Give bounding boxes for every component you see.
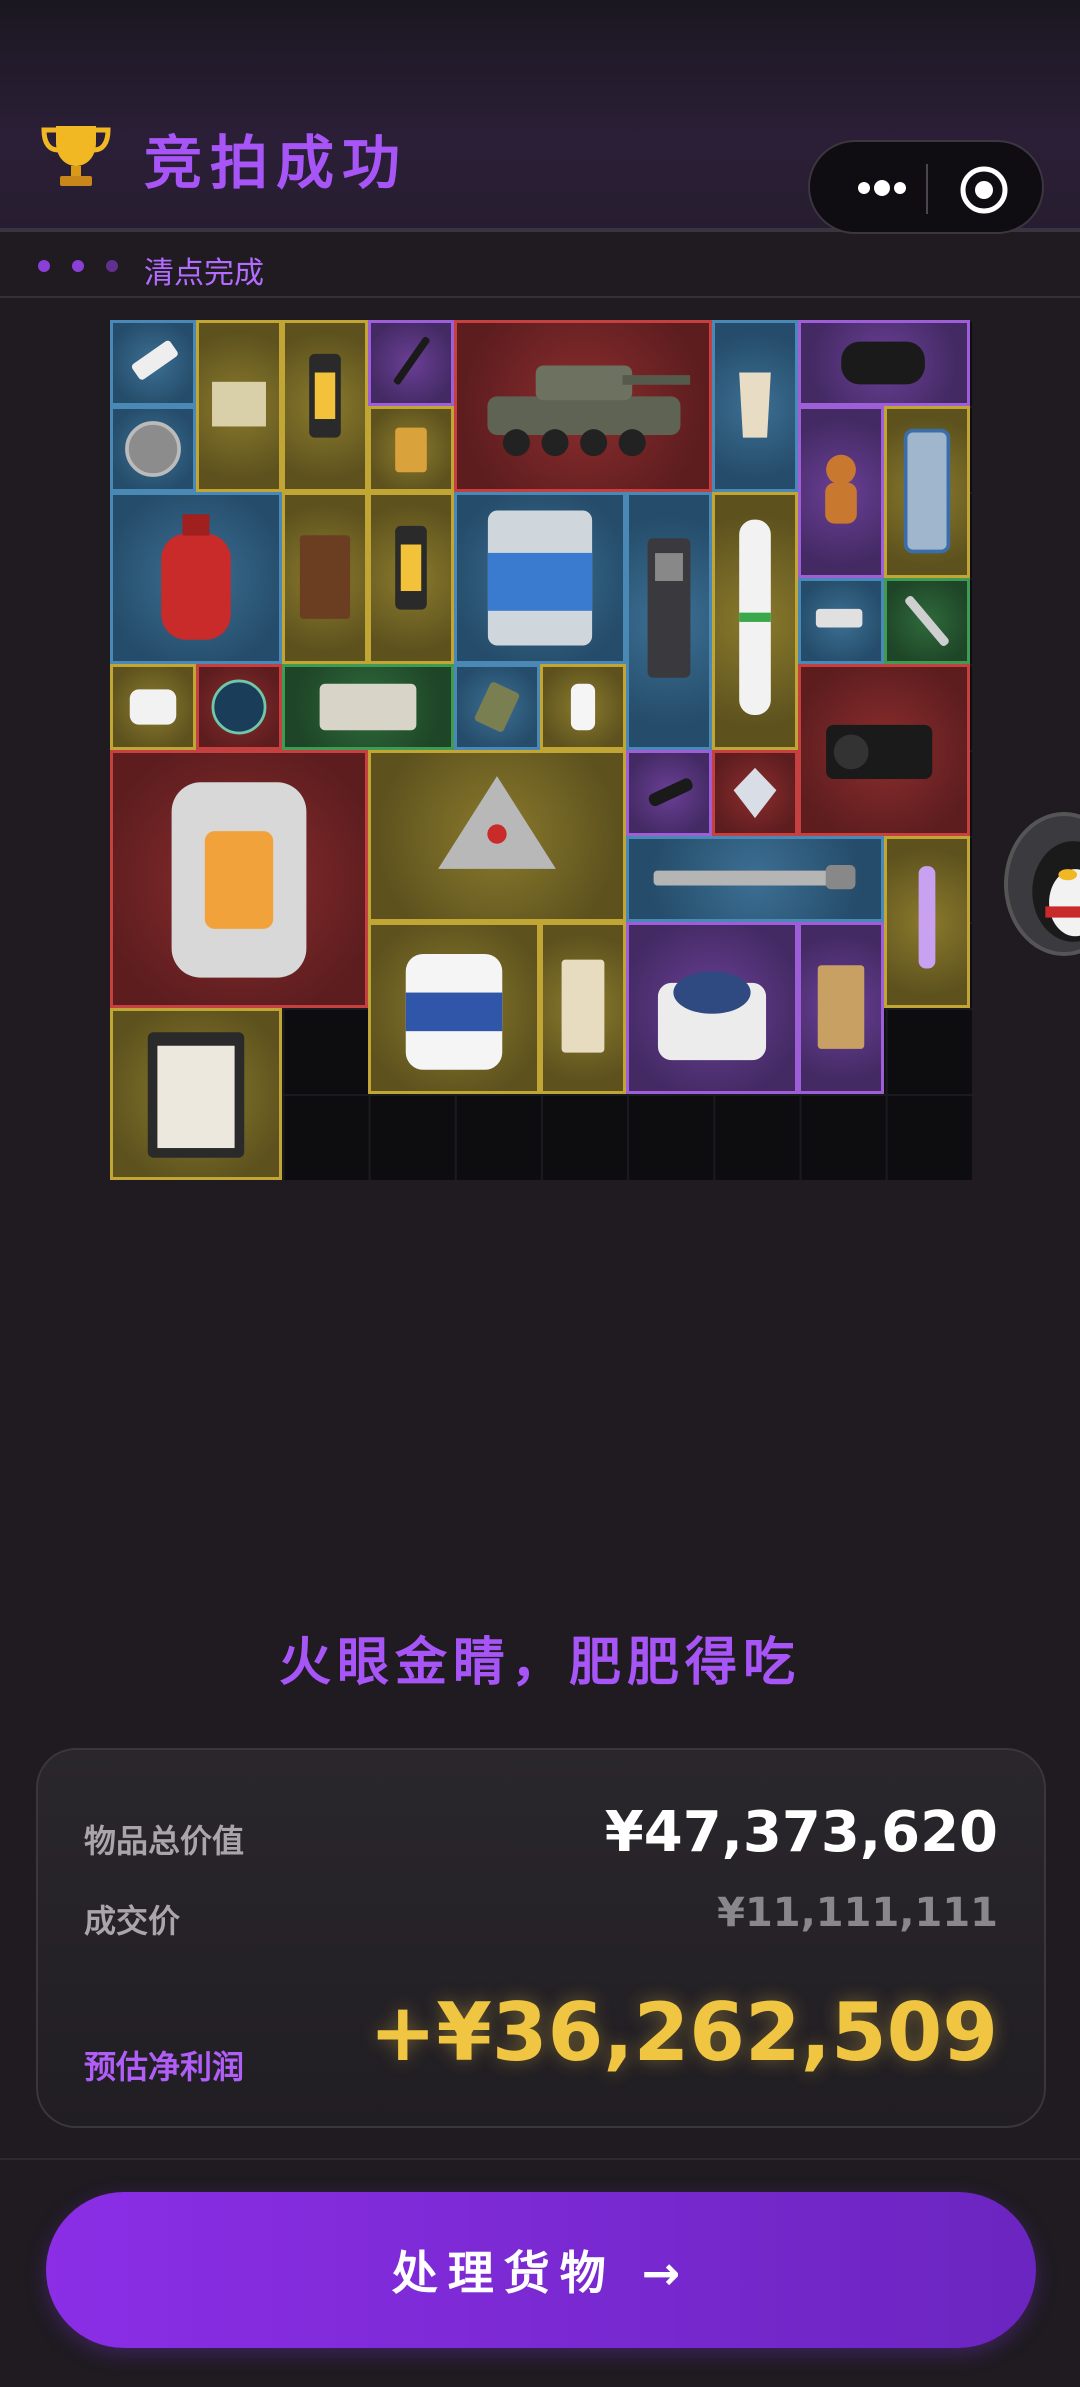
item-old-coin[interactable] [110, 406, 196, 492]
divider [0, 2158, 1080, 2160]
item-ration-pack[interactable] [454, 664, 540, 750]
total-value: ¥47,373,620 [604, 1800, 998, 1865]
capsule-divider [926, 164, 928, 214]
trophy-icon [41, 126, 111, 186]
item-pendant[interactable] [368, 750, 626, 922]
divider [0, 296, 1080, 298]
item-gold-machine[interactable] [282, 320, 368, 492]
progress-label: 清点完成 [144, 256, 264, 291]
item-camera-lens[interactable] [798, 320, 970, 406]
item-tank[interactable] [454, 320, 712, 492]
item-thermometer[interactable] [110, 320, 196, 406]
deal-price-value: ¥11,111,111 [717, 1890, 998, 1936]
more-icon[interactable] [842, 168, 962, 208]
item-moka-pot[interactable] [712, 320, 798, 492]
item-gold-machine-2[interactable] [368, 492, 454, 664]
item-wrench[interactable] [884, 578, 970, 664]
item-reactor-core[interactable] [110, 750, 368, 1008]
item-centrifuge[interactable] [626, 922, 798, 1094]
floating-avatar[interactable] [1004, 812, 1080, 956]
item-pulse-oximeter[interactable] [110, 664, 196, 750]
item-cloth-bundle[interactable] [282, 664, 454, 750]
penguin-icon [1032, 841, 1080, 942]
page-title: 竞拍成功 [144, 129, 409, 197]
summary-card: 物品总价值 ¥47,373,620 成交价 ¥11,111,111 预估净利润 … [36, 1748, 1046, 2128]
item-flashlight[interactable] [626, 750, 712, 836]
item-leather-journal[interactable] [282, 492, 368, 664]
item-coffee-box[interactable] [540, 922, 626, 1094]
item-saw[interactable] [626, 836, 884, 922]
item-clipboard[interactable] [110, 1008, 282, 1180]
item-hand-sanitizer[interactable] [540, 664, 626, 750]
loot-grid [110, 320, 972, 1180]
header: 竞拍成功 [0, 0, 1080, 234]
total-value-label: 物品总价值 [84, 1822, 245, 1860]
item-detergent-jug[interactable] [368, 922, 540, 1094]
progress-dot [38, 260, 50, 272]
item-pen[interactable] [368, 320, 454, 406]
item-gas-cylinder[interactable] [110, 492, 282, 664]
item-atm-device[interactable] [626, 492, 712, 750]
item-lighter[interactable] [368, 406, 454, 492]
profit-label: 预估净利润 [84, 2048, 245, 2086]
profit-value: +¥36,262,509 [369, 1986, 998, 2079]
progress-indicator: 清点完成 [38, 248, 438, 291]
item-gingerbread[interactable] [798, 406, 884, 578]
item-parcel[interactable] [798, 922, 884, 1094]
item-paint-can[interactable] [454, 492, 626, 664]
slogan: 火眼金睛，肥肥得吃 [278, 1633, 801, 1693]
item-diamond[interactable] [712, 750, 798, 836]
item-oxygen-tank[interactable] [712, 492, 798, 750]
progress-dot [106, 260, 118, 272]
item-uv-lamp[interactable] [884, 836, 970, 1008]
item-tool-case[interactable] [884, 406, 970, 578]
progress-dot [72, 260, 84, 272]
close-miniprogram-icon[interactable] [958, 164, 1010, 216]
item-old-map[interactable] [196, 320, 282, 492]
process-goods-button[interactable]: 处理货物 → [46, 2192, 1036, 2348]
deal-price-label: 成交价 [84, 1902, 181, 1940]
item-camcorder[interactable] [798, 664, 970, 836]
item-cctv-camera[interactable] [798, 578, 884, 664]
miniprogram-capsule[interactable] [808, 140, 1044, 234]
item-glass-orb[interactable] [196, 664, 282, 750]
